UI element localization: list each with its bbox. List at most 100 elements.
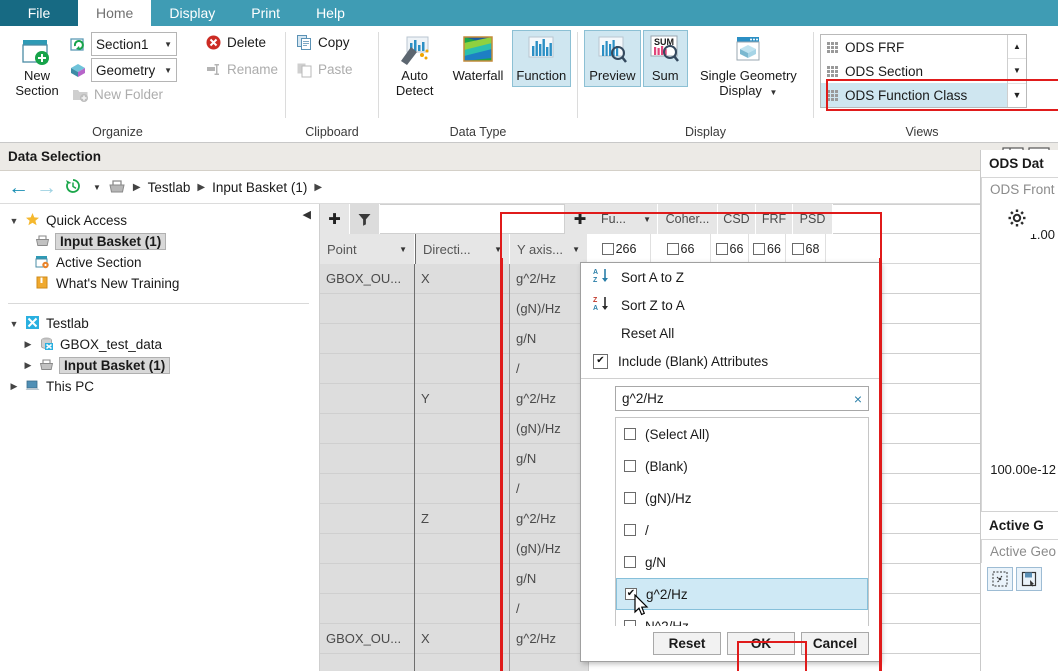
basket-icon[interactable] xyxy=(108,177,126,198)
filter-search-input[interactable]: g^2/Hz × xyxy=(615,386,869,411)
history-dropdown-icon[interactable]: ▼ xyxy=(93,183,101,192)
paste-button[interactable]: Paste xyxy=(292,59,357,80)
breadcrumb-testlab[interactable]: Testlab xyxy=(148,180,191,195)
waterfall-button[interactable]: Waterfall xyxy=(448,30,507,87)
filter-option-g2-hz[interactable]: g^2/Hz xyxy=(616,578,868,610)
table-cell[interactable] xyxy=(320,384,414,414)
expand-twisty-icon[interactable]: ▼ xyxy=(8,319,20,329)
table-cell[interactable] xyxy=(415,354,509,384)
column-header-csd[interactable]: CSD xyxy=(718,204,756,234)
checkbox[interactable] xyxy=(624,460,636,472)
table-cell[interactable] xyxy=(320,324,414,354)
table-cell[interactable]: / xyxy=(510,474,588,504)
copy-button[interactable]: Copy xyxy=(292,32,357,53)
checkbox[interactable] xyxy=(624,428,636,440)
column-header-psd[interactable]: PSD xyxy=(793,204,833,234)
table-cell[interactable] xyxy=(320,564,414,594)
tree-node-quick-access[interactable]: ▼ Quick Access xyxy=(0,210,319,231)
collapse-tree-icon[interactable]: ◀ xyxy=(303,208,311,221)
tree-node-gbox-test-data[interactable]: ▶ GBOX_test_data xyxy=(0,334,319,355)
sort-z-to-a-item[interactable]: Z A Sort Z to A xyxy=(581,291,879,319)
view-item-ods-section[interactable]: ODS Section xyxy=(821,59,1007,83)
ods-plot-area[interactable]: 1.00 Log 100.00e-12 xyxy=(981,201,1058,511)
breadcrumb-input-basket[interactable]: Input Basket (1) xyxy=(212,180,307,195)
table-cell[interactable]: g/N xyxy=(510,564,588,594)
table-cell[interactable] xyxy=(320,504,414,534)
table-cell[interactable] xyxy=(415,444,509,474)
table-cell[interactable]: g/N xyxy=(510,444,588,474)
table-cell[interactable] xyxy=(320,594,414,624)
table-cell[interactable]: g^2/Hz xyxy=(510,384,588,414)
forward-arrow-icon[interactable]: → xyxy=(36,177,57,198)
include-blank-checkbox[interactable] xyxy=(593,354,608,369)
section-combo[interactable]: Section1 ▼ xyxy=(91,32,177,56)
table-cell[interactable]: (gN)/Hz xyxy=(510,414,588,444)
checkbox[interactable] xyxy=(625,588,637,600)
tab-file[interactable]: File xyxy=(0,0,78,26)
table-cell[interactable] xyxy=(320,444,414,474)
history-icon[interactable] xyxy=(64,177,82,198)
table-cell[interactable]: g^2/Hz xyxy=(510,624,588,654)
function-button[interactable]: Function xyxy=(512,30,571,87)
table-cell[interactable] xyxy=(415,594,509,624)
add-column-button[interactable]: ✚ xyxy=(320,204,350,234)
checkbox[interactable] xyxy=(667,243,679,255)
table-cell[interactable] xyxy=(320,414,414,444)
tree-node-testlab[interactable]: ▼ Testlab xyxy=(0,313,319,334)
table-cell[interactable] xyxy=(415,564,509,594)
count-cell-psd[interactable]: 68 xyxy=(786,234,826,264)
column-header-frf[interactable]: FRF xyxy=(756,204,793,234)
rename-button[interactable]: Rename xyxy=(201,59,282,80)
tab-home[interactable]: Home xyxy=(78,0,151,26)
table-cell[interactable] xyxy=(415,324,509,354)
table-cell[interactable] xyxy=(320,534,414,564)
tab-display[interactable]: Display xyxy=(151,0,233,26)
view-item-ods-frf[interactable]: ODS FRF xyxy=(821,35,1007,59)
reset-all-item[interactable]: Reset All xyxy=(581,319,879,347)
scroll-down-icon[interactable]: ▼ xyxy=(1008,59,1026,83)
tree-node-active-section[interactable]: Active Section xyxy=(0,252,319,273)
checkbox[interactable] xyxy=(624,556,636,568)
checkbox[interactable] xyxy=(792,243,804,255)
tree-node-input-basket-testlab[interactable]: ▶ Input Basket (1) xyxy=(0,355,319,376)
views-dropdown-icon[interactable]: ▼ xyxy=(1008,84,1026,107)
section-refresh-icon[interactable] xyxy=(70,36,87,53)
preview-button[interactable]: Preview xyxy=(584,30,641,87)
cancel-button[interactable]: Cancel xyxy=(801,632,869,655)
count-cell-csd[interactable]: 66 xyxy=(711,234,749,264)
table-cell[interactable]: / xyxy=(510,354,588,384)
gear-icon[interactable] xyxy=(1007,208,1027,231)
geometry-combo[interactable]: Geometry ▼ xyxy=(91,58,177,82)
filter-option-gn-hz[interactable]: (gN)/Hz xyxy=(616,482,868,514)
sort-a-to-z-item[interactable]: A Z Sort A to Z xyxy=(581,263,879,291)
count-cell-function[interactable]: 266 xyxy=(588,234,651,264)
auto-detect-button[interactable]: Auto Detect xyxy=(385,30,444,102)
expand-twisty-icon[interactable]: ▼ xyxy=(8,216,20,226)
table-cell[interactable]: Z xyxy=(415,504,509,534)
ok-button[interactable]: OK xyxy=(727,632,795,655)
checkbox[interactable] xyxy=(624,492,636,504)
tree-node-this-pc[interactable]: ▶ This PC xyxy=(0,376,319,397)
chevron-down-icon[interactable]: ▼ xyxy=(399,245,407,254)
filter-option-slash[interactable]: / xyxy=(616,514,868,546)
select-nodes-button[interactable] xyxy=(987,567,1013,591)
table-cell[interactable] xyxy=(415,534,509,564)
checkbox[interactable] xyxy=(716,243,728,255)
tree-node-input-basket-qa[interactable]: Input Basket (1) xyxy=(0,231,319,252)
count-cell-coherence[interactable]: 66 xyxy=(651,234,711,264)
tree-node-whats-new-training[interactable]: What's New Training xyxy=(0,273,319,294)
add-function-column-button[interactable]: ✚ xyxy=(565,204,595,234)
reset-button[interactable]: Reset xyxy=(653,632,721,655)
table-cell[interactable] xyxy=(320,354,414,384)
delete-button[interactable]: Delete xyxy=(201,32,282,53)
filter-option-n2-hz[interactable]: N^2/Hz xyxy=(616,610,868,626)
tab-help[interactable]: Help xyxy=(298,0,363,26)
column-header-direction[interactable]: Directi... ▼ xyxy=(415,234,510,264)
column-header-y-axis[interactable]: Y axis... ▼ xyxy=(510,234,588,264)
chevron-down-icon[interactable]: ▼ xyxy=(572,245,580,254)
table-cell[interactable]: (gN)/Hz xyxy=(510,534,588,564)
table-cell[interactable] xyxy=(415,474,509,504)
filter-option-select-all[interactable]: (Select All) xyxy=(616,418,868,450)
tab-print[interactable]: Print xyxy=(233,0,298,26)
table-cell[interactable]: / xyxy=(510,594,588,624)
